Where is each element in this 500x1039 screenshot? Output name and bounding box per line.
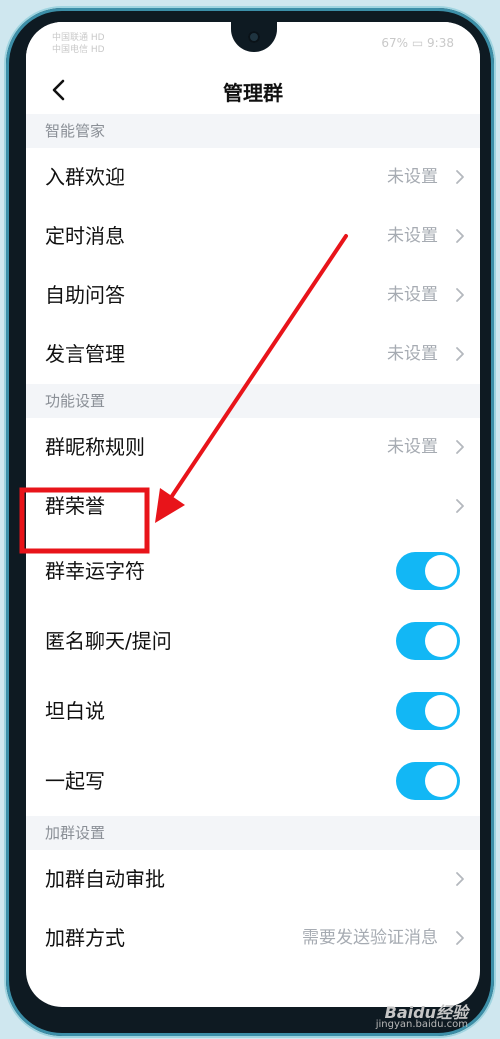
front-camera [248, 31, 260, 43]
row-label: 定时消息 [45, 224, 125, 248]
row-value: 未设置 [387, 226, 438, 246]
toggle-knob [425, 765, 457, 797]
row-label: 发言管理 [45, 342, 125, 366]
toggle-knob [425, 625, 457, 657]
row-honest-talk: 坦白说 [26, 676, 480, 746]
toggle-write-together[interactable] [396, 762, 460, 800]
row-join-method[interactable]: 加群方式 需要发送验证消息 [26, 909, 480, 968]
page-title: 管理群 [223, 81, 283, 105]
status-right: 67% ▭ 9:38 [381, 36, 454, 50]
row-auto-approve[interactable]: 加群自动审批 [26, 850, 480, 909]
chevron-right-icon [456, 931, 464, 945]
row-value: 未设置 [387, 167, 438, 187]
row-value: 未设置 [387, 344, 438, 364]
watermark: Baidu经验 jingyan.baidu.com [375, 1003, 468, 1031]
nav-header: 管理群 [26, 66, 480, 114]
chevron-right-icon [456, 288, 464, 302]
toggle-knob [425, 555, 457, 587]
phone-screen: 中国联通 HD 中国电信 HD 67% ▭ 9:38 管理群 智能管家 入群欢迎… [26, 22, 480, 1007]
chevron-right-icon [456, 170, 464, 184]
row-value: 需要发送验证消息 [302, 928, 438, 948]
row-value: 未设置 [387, 437, 438, 457]
toggle-knob [425, 695, 457, 727]
row-label: 群幸运字符 [45, 559, 145, 583]
row-label: 群昵称规则 [45, 435, 145, 459]
row-value: 未设置 [387, 285, 438, 305]
carrier-line-1: 中国联通 HD [52, 33, 105, 43]
watermark-brand: Baidu经验 [384, 1003, 468, 1022]
row-nickname-rules[interactable]: 群昵称规则 未设置 [26, 418, 480, 477]
chevron-right-icon [456, 347, 464, 361]
row-label: 匿名聊天/提问 [45, 629, 172, 653]
clock: 9:38 [427, 36, 454, 50]
row-lucky-character: 群幸运字符 [26, 536, 480, 606]
chevron-right-icon [456, 499, 464, 513]
row-label: 坦白说 [45, 699, 105, 723]
battery-level: 67% [381, 36, 409, 50]
row-self-help-qa[interactable]: 自助问答 未设置 [26, 266, 480, 325]
row-label: 加群方式 [45, 926, 125, 950]
carrier-info: 中国联通 HD 中国电信 HD [52, 32, 105, 56]
row-welcome[interactable]: 入群欢迎 未设置 [26, 148, 480, 207]
row-speech-management[interactable]: 发言管理 未设置 [26, 325, 480, 384]
section-header-smart: 智能管家 [26, 114, 480, 148]
row-scheduled-message[interactable]: 定时消息 未设置 [26, 207, 480, 266]
row-label: 群荣誉 [45, 494, 105, 518]
row-label: 一起写 [45, 769, 105, 793]
row-label: 加群自动审批 [45, 867, 165, 891]
settings-list: 智能管家 入群欢迎 未设置 定时消息 未设置 自助问答 未设置 发言管理 未设置… [26, 114, 480, 968]
carrier-line-2: 中国电信 HD [52, 45, 105, 55]
row-anonymous-chat: 匿名聊天/提问 [26, 606, 480, 676]
section-header-join: 加群设置 [26, 816, 480, 850]
toggle-lucky-character[interactable] [396, 552, 460, 590]
chevron-right-icon [456, 440, 464, 454]
row-write-together: 一起写 [26, 746, 480, 816]
battery-icon: ▭ [411, 36, 424, 50]
row-group-honor[interactable]: 群荣誉 [26, 477, 480, 536]
toggle-honest-talk[interactable] [396, 692, 460, 730]
watermark-url: jingyan.baidu.com [375, 1019, 468, 1030]
row-label: 入群欢迎 [45, 165, 125, 189]
chevron-right-icon [456, 229, 464, 243]
chevron-right-icon [456, 872, 464, 886]
toggle-anonymous-chat[interactable] [396, 622, 460, 660]
row-label: 自助问答 [45, 283, 125, 307]
section-header-features: 功能设置 [26, 384, 480, 418]
